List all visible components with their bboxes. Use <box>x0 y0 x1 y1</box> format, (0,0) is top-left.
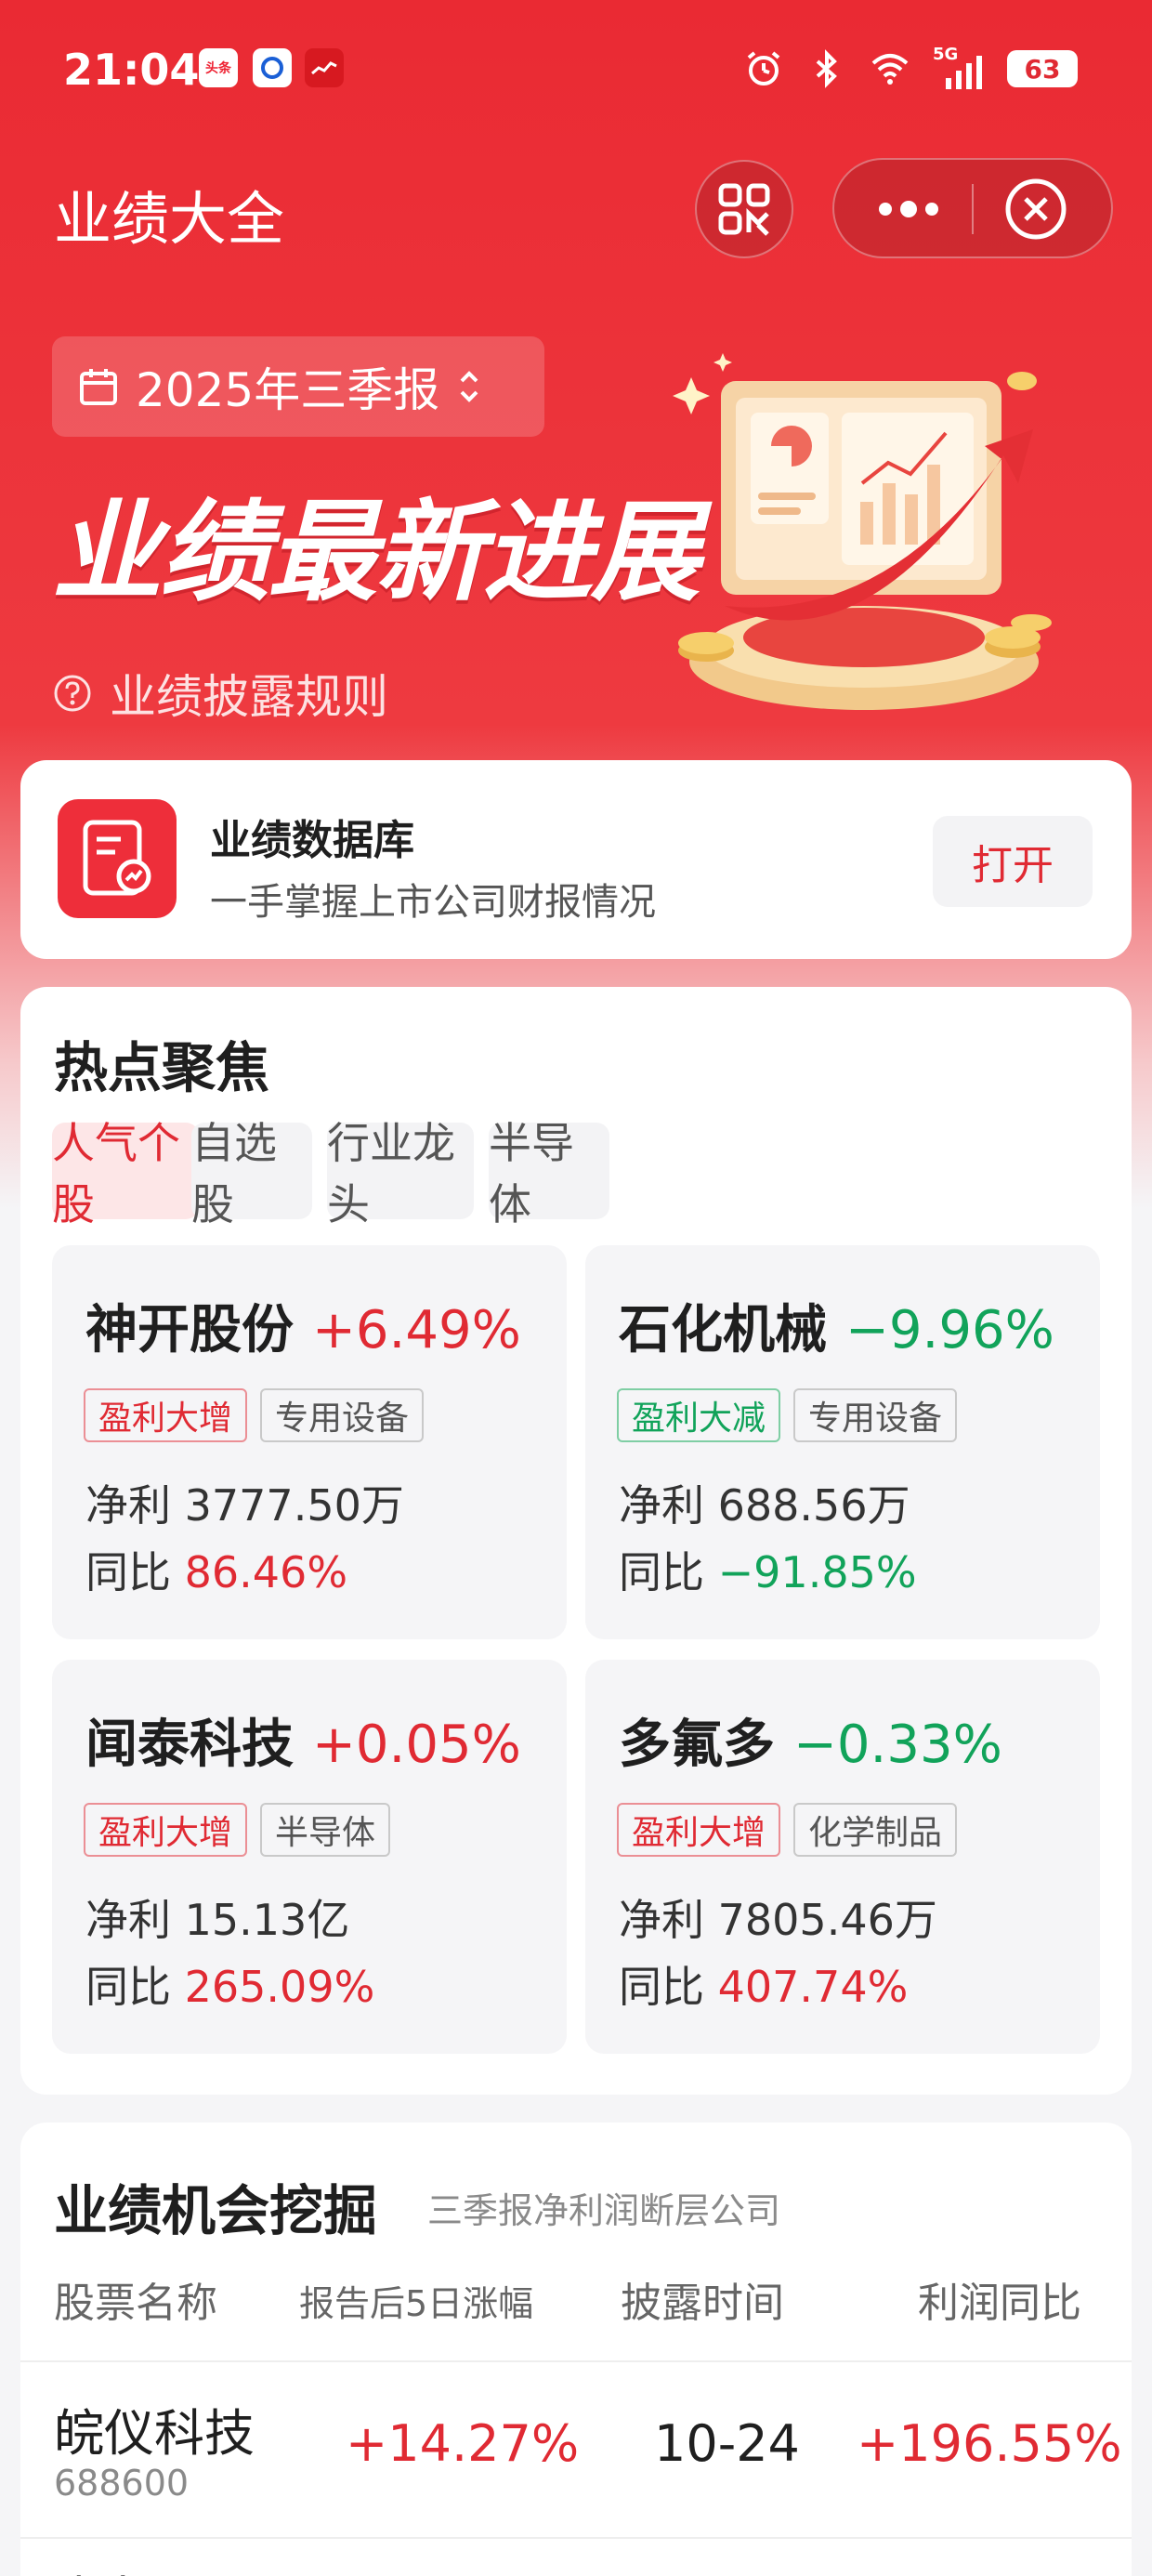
hero-title: 业绩最新进展 <box>52 488 700 616</box>
yoy-value: −91.85% <box>717 1547 917 1597</box>
capsule-divider <box>972 184 974 234</box>
baidu-app-icon <box>253 48 292 87</box>
net-profit-line: 净利 3777.50万 <box>85 1472 404 1533</box>
yoy-label: 同比 <box>619 1962 704 2012</box>
row-stock-code: 688600 <box>54 2463 190 2504</box>
stock-name: 石化机械 <box>619 1300 827 1360</box>
row-stock-name: 皖仪科技 <box>54 2404 255 2463</box>
yoy-line: 同比 265.09% <box>85 1953 374 2015</box>
column-header-5day-gain[interactable]: 报告后5日涨幅 <box>299 2275 533 2326</box>
disclosure-rules-link[interactable]: 业绩披露规则 <box>52 660 388 727</box>
stock-card[interactable]: 神开股份 +6.49% 盈利大增 专用设备 净利 3777.50万 同比 86.46… <box>52 1245 567 1639</box>
stock-name: 神开股份 <box>85 1300 294 1360</box>
database-card[interactable]: 业绩数据库 一手掌握上市公司财报情况 打开 <box>20 760 1132 959</box>
yoy-line: 同比 86.46% <box>85 1539 347 1600</box>
row-profit-yoy: +196.55% <box>857 2414 1122 2473</box>
opportunities-title: 业绩机会挖掘 <box>54 2179 378 2242</box>
signal-icon: 5G <box>933 45 985 89</box>
sort-arrows-icon <box>460 371 478 402</box>
hot-focus-title: 热点聚焦 <box>54 1036 270 1099</box>
industry-tag: 专用设备 <box>260 1388 425 1442</box>
profit-tag: 盈利大增 <box>84 1803 248 1857</box>
tab-popular-stocks[interactable]: 人气个股 <box>52 1118 199 1229</box>
tab-semiconductor[interactable]: 半导体 <box>489 1118 609 1229</box>
stock-change: +0.05% <box>312 1715 521 1775</box>
net-profit-label: 净利 <box>619 1480 704 1531</box>
stock-name: 多氟多 <box>619 1715 775 1775</box>
net-profit-value: 3777.50万 <box>184 1480 404 1531</box>
more-button[interactable] <box>862 177 955 242</box>
status-time: 21:04 <box>63 45 200 95</box>
stock-card[interactable]: 闻泰科技 +0.05% 盈利大增 半导体 净利 15.13亿 同比 265.09% <box>52 1660 567 2054</box>
period-label: 2025年三季报 <box>136 363 440 417</box>
net-profit-line: 净利 15.13亿 <box>85 1886 349 1948</box>
help-icon <box>54 675 91 712</box>
profit-tag: 盈利大减 <box>617 1388 781 1442</box>
opportunities-section: 业绩机会挖掘 三季报净利润断层公司 股票名称 报告后5日涨幅 披露时间 利润同比… <box>20 2123 1132 2576</box>
database-subtitle: 一手掌握上市公司财报情况 <box>210 881 656 924</box>
row-5day-gain: +14.27% <box>346 2414 580 2473</box>
yoy-value: 407.74% <box>717 1962 909 2012</box>
row-divider <box>20 2537 1132 2539</box>
rules-link-label: 业绩披露规则 <box>110 670 388 724</box>
opportunities-subtitle: 三季报净利润断层公司 <box>427 2190 781 2231</box>
status-bar: 21:04 头条 5G 63 <box>0 0 1152 139</box>
net-profit-value: 7805.46万 <box>717 1895 937 1945</box>
stock-change: +6.49% <box>312 1300 521 1360</box>
battery-indicator: 63 <box>1007 50 1078 87</box>
net-profit-line: 净利 688.56万 <box>619 1472 910 1533</box>
yoy-label: 同比 <box>85 1962 171 2012</box>
wifi-icon <box>871 54 909 85</box>
yoy-line: 同比 −91.85% <box>619 1539 917 1600</box>
alarm-icon <box>747 51 780 85</box>
stock-app-icon <box>305 48 344 87</box>
bluetooth-icon <box>816 49 837 88</box>
toutiao-app-icon: 头条 <box>199 48 238 87</box>
calendar-icon <box>80 369 117 405</box>
profit-tag: 盈利大增 <box>84 1388 248 1442</box>
open-database-button[interactable]: 打开 <box>933 816 1093 907</box>
net-profit-value: 15.13亿 <box>184 1895 350 1945</box>
qr-scan-icon <box>718 183 770 236</box>
database-title: 业绩数据库 <box>210 817 414 864</box>
stock-card[interactable]: 多氟多 −0.33% 盈利大增 化学制品 净利 7805.46万 同比 407.74… <box>585 1660 1100 2054</box>
page-title: 业绩大全 <box>54 185 285 253</box>
column-header-disclosure-date[interactable]: 披露时间 <box>621 2269 784 2329</box>
stock-change: −9.96% <box>845 1300 1054 1360</box>
net-profit-label: 净利 <box>619 1895 704 1945</box>
qr-scan-button[interactable] <box>695 160 793 258</box>
yoy-label: 同比 <box>85 1547 171 1597</box>
close-button[interactable] <box>1001 175 1070 243</box>
industry-tag: 半导体 <box>260 1803 391 1857</box>
more-icon <box>879 201 938 217</box>
net-profit-label: 净利 <box>85 1895 171 1945</box>
net-profit-label: 净利 <box>85 1480 171 1531</box>
report-illustration <box>673 353 1052 710</box>
header-divider <box>20 2360 1132 2362</box>
period-selector[interactable]: 2025年三季报 <box>52 336 544 437</box>
column-header-stock-name[interactable]: 股票名称 <box>54 2269 217 2329</box>
profit-tag: 盈利大增 <box>617 1803 781 1857</box>
close-icon <box>1005 178 1067 240</box>
stock-name: 闻泰科技 <box>85 1715 294 1775</box>
industry-tag: 专用设备 <box>793 1388 958 1442</box>
yoy-value: 86.46% <box>184 1547 348 1597</box>
yoy-line: 同比 407.74% <box>619 1953 908 2015</box>
database-report-icon <box>58 799 177 918</box>
column-header-profit-yoy[interactable]: 利润同比 <box>918 2269 1081 2329</box>
mini-program-capsule <box>832 158 1113 258</box>
stock-card[interactable]: 石化机械 −9.96% 盈利大减 专用设备 净利 688.56万 同比 −91.85… <box>585 1245 1100 1639</box>
net-profit-line: 净利 7805.46万 <box>619 1886 937 1948</box>
industry-tag: 化学制品 <box>793 1803 958 1857</box>
tab-watchlist[interactable]: 自选股 <box>191 1118 312 1229</box>
row-stock-name[interactable]: 嘉友国 <box>54 2559 204 2576</box>
tab-industry-leaders[interactable]: 行业龙头 <box>327 1118 474 1229</box>
net-profit-value: 688.56万 <box>717 1480 910 1531</box>
row-disclosure-date: 10-24 <box>654 2414 800 2473</box>
stock-change: −0.33% <box>793 1715 1002 1775</box>
yoy-value: 265.09% <box>184 1962 375 2012</box>
yoy-label: 同比 <box>619 1547 704 1597</box>
